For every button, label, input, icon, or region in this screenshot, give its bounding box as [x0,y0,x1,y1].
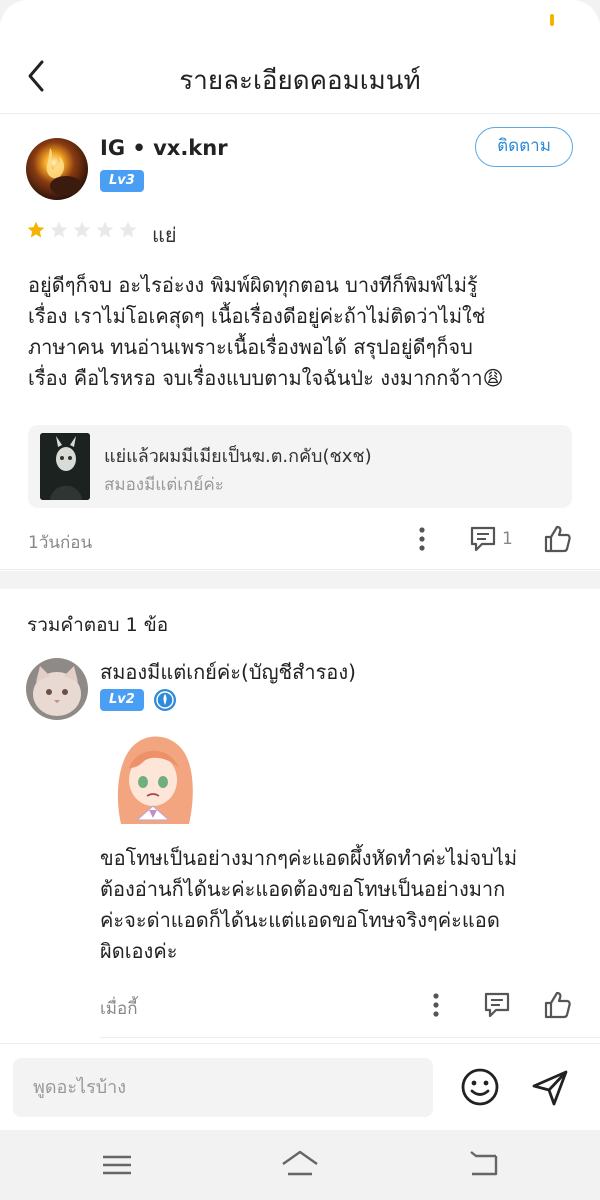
section-divider [0,571,600,589]
follow-button[interactable]: ติดตาม [475,127,573,167]
nav-recents-button[interactable] [100,1150,134,1180]
review-text-line: เรื่อง เราไม่โอเคสุดๆ เนื้อเรื่องดีอยู่ค… [28,304,486,328]
book-title: แย่แล้วผมมีเมียเป็นฆ.ต.กคับ(ชxช) [104,446,372,467]
review-like-button[interactable] [541,523,573,555]
review-text-line: เรื่อง คือไรหรอ จบเรื่องแบบตามใจฉันป่ะ ง… [28,366,504,390]
level-badge: Lv2 [100,689,144,711]
reply-text-line: ขอโทษเป็นอย่างมากๆค่ะแอดผึ้งหัดทำค่ะไม่จ… [100,846,518,870]
reply-like-button[interactable] [541,989,573,1021]
review-text: อยู่ดีๆก็จบ อะไรอ่ะงง พิมพ์ผิดทุกตอน บาง… [28,270,576,394]
replier-avatar[interactable] [26,658,88,720]
review-time: 1วันก่อน [28,533,93,553]
reply-divider [100,1037,600,1038]
nav-back-button[interactable] [466,1148,500,1180]
menu-icon [103,1155,131,1175]
smile-icon [461,1068,499,1106]
page-title: รายละเอียดคอมเมนท์ [179,66,421,96]
home-icon [282,1150,318,1176]
star-rating [26,220,138,240]
star-empty-icon [96,221,114,238]
level-badge: Lv3 [100,170,144,192]
top-bar: รายละเอียดคอมเมนท์ [0,40,600,114]
replier-username[interactable]: สมองมีแต่เกย์ค่ะ(บัญชีสำรอง) [100,656,356,688]
reply-time: เมื่อกี้ [100,999,138,1019]
review-card: IG • vx.knr Lv3 ติดตาม แย่ อยู่ดีๆก็จบ อ… [0,114,600,570]
app-screen: รายละเอียดคอมเมนท์ IG • vx.knr Lv3 ติดตา… [0,0,600,1130]
reply-text-line: ต้องอ่านก็ได้นะค่ะแอดต้องขอโทษเป็นอย่างม… [100,877,506,901]
back-icon [470,1151,498,1176]
status-indicator [550,14,554,26]
more-vertical-icon [433,993,439,1017]
reviewer-username[interactable]: IG • vx.knr [100,136,228,160]
reply-more-button[interactable] [426,991,446,1019]
nav-home-button[interactable] [280,1148,320,1180]
review-comment-button[interactable] [468,524,498,554]
thumbs-up-icon [544,525,571,553]
review-text-line: ภาษาคน ทนอ่านเพราะเนื้อเรื่องพอได้ สรุปอ… [28,335,473,359]
star-empty-icon [50,221,68,238]
send-button[interactable] [528,1066,572,1110]
emoji-button[interactable] [459,1066,501,1108]
reply-text-line: ค่ะจะด่าแอดก็ได้นะแต่แอดขอโทษจริงๆค่ะแอด [100,908,500,932]
review-text-line: อยู่ดีๆก็จบ อะไรอ่ะงง พิมพ์ผิดทุกตอน บาง… [28,273,478,297]
comment-input[interactable] [13,1058,433,1117]
comment-icon [484,992,510,1018]
more-vertical-icon [419,527,425,551]
reply-text: ขอโทษเป็นอย่างมากๆค่ะแอดผึ้งหัดทำค่ะไม่จ… [100,843,578,967]
system-nav-bar [0,1130,600,1200]
review-more-button[interactable] [412,525,432,553]
send-icon [532,1070,568,1106]
reviewer-avatar[interactable] [26,138,88,200]
reply-actions: เมื่อกี้ [0,985,600,1025]
replies-title: รวมคำตอบ 1 ข้อ [27,614,169,636]
book-card[interactable]: แย่แล้วผมมีเมียเป็นฆ.ต.กคับ(ชxช) สมองมีแ… [28,425,572,508]
reply-comment-button[interactable] [482,990,512,1020]
star-empty-icon [119,221,137,238]
book-author: สมองมีแต่เกย์ค่ะ [104,475,224,495]
star-filled-icon [27,221,45,238]
verified-badge [153,688,177,712]
comment-icon [470,526,496,552]
rating-label: แย่ [152,223,177,247]
comment-count: 1 [502,529,513,549]
book-cover [40,433,90,500]
reply-text-line: ผิดเองค่ะ [100,939,178,963]
thumbs-up-icon [544,991,571,1019]
reply-sticker [103,728,203,828]
star-empty-icon [73,221,91,238]
review-actions: 1วันก่อน 1 [0,519,600,559]
comment-input-bar [0,1043,600,1130]
verified-badge-icon [154,689,176,711]
